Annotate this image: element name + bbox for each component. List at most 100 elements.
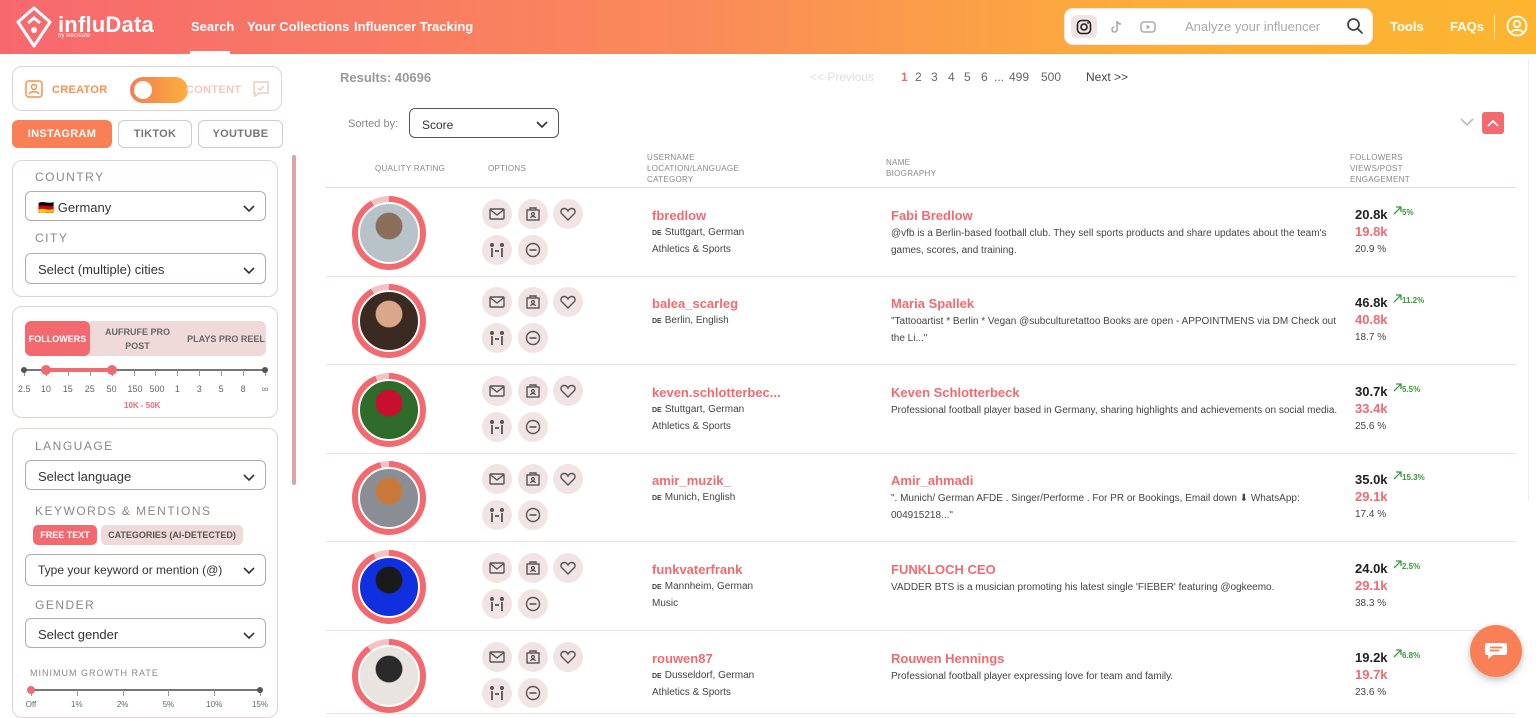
table-row[interactable]: funkvaterfrank DE Mannheim, German Music FUN… (326, 543, 1516, 631)
favorite-heart-icon[interactable] (553, 642, 583, 672)
gender-select[interactable]: Select gender (25, 618, 266, 648)
compare-icon[interactable] (482, 235, 512, 265)
pagination-page[interactable]: 1 (901, 70, 908, 84)
tab-instagram[interactable]: INSTAGRAM (12, 120, 112, 148)
metric-tab-plays-per-reel[interactable]: PLAYS PRO REEL (186, 321, 266, 356)
compare-icon[interactable] (482, 323, 512, 353)
add-to-collection-icon[interactable] (518, 642, 548, 672)
favorite-heart-icon[interactable] (553, 287, 583, 317)
add-to-collection-icon[interactable] (518, 464, 548, 494)
content-label[interactable]: CONTENT (186, 84, 241, 96)
sidebar-scrollbar[interactable] (292, 155, 296, 485)
add-to-collection-icon[interactable] (518, 553, 548, 583)
pagination-page[interactable]: 4 (948, 70, 955, 84)
search-icon[interactable] (1346, 17, 1364, 40)
avatar[interactable] (358, 467, 420, 529)
display-name[interactable]: Maria Spallek (891, 296, 974, 311)
send-email-icon[interactable] (482, 464, 512, 494)
username[interactable]: balea_scarleg (652, 296, 738, 311)
username[interactable]: funkvaterfrank (652, 562, 742, 577)
avatar[interactable] (358, 290, 420, 352)
nav-tools[interactable]: Tools (1390, 19, 1424, 34)
pagination-page[interactable]: 499 (1009, 70, 1029, 84)
exclude-icon[interactable] (518, 678, 548, 708)
nav-search[interactable]: Search (191, 19, 234, 34)
user-account-icon[interactable] (1506, 15, 1528, 42)
tab-tiktok[interactable]: TIKTOK (118, 120, 192, 148)
avatar[interactable] (358, 202, 420, 264)
pagination-page[interactable]: 2 (915, 70, 922, 84)
send-email-icon[interactable] (482, 376, 512, 406)
collapse-chevron-icon[interactable] (1460, 114, 1474, 132)
favorite-heart-icon[interactable] (553, 199, 583, 229)
display-name[interactable]: FUNKLOCH CEO (891, 562, 996, 577)
infludata-logo-icon[interactable] (16, 6, 52, 48)
add-to-collection-icon[interactable] (518, 376, 548, 406)
scroll-up-button[interactable] (1482, 112, 1504, 134)
pagination-page[interactable]: 3 (931, 70, 938, 84)
username[interactable]: keven.schlotterbec... (652, 385, 781, 400)
creator-label[interactable]: CREATOR (52, 84, 107, 96)
pagination-page[interactable]: 5 (964, 70, 971, 84)
search-input[interactable]: Analyze your influencer (1185, 19, 1320, 34)
send-email-icon[interactable] (482, 553, 512, 583)
display-name[interactable]: Rouwen Hennings (891, 651, 1004, 666)
display-name[interactable]: Keven Schlotterbeck (891, 385, 1020, 400)
table-row[interactable]: amir_muzik_ DE Munich, English Amir_ahmadi "… (326, 454, 1516, 542)
display-name[interactable]: Fabi Bredlow (891, 208, 973, 223)
table-row[interactable]: rouwen87 DE Dusseldorf, German Athletics & … (326, 632, 1516, 714)
favorite-heart-icon[interactable] (553, 464, 583, 494)
username[interactable]: amir_muzik_ (652, 473, 731, 488)
instagram-icon[interactable] (1071, 15, 1097, 38)
username[interactable]: rouwen87 (652, 651, 713, 666)
table-row[interactable]: fbredlow DE Stuttgart, German Athletics & S… (326, 189, 1516, 277)
avatar[interactable] (358, 645, 420, 707)
pagination-page[interactable]: 500 (1041, 70, 1061, 84)
tab-youtube[interactable]: YOUTUBE (198, 120, 283, 148)
pagination-next[interactable]: Next >> (1086, 70, 1128, 84)
nav-faqs[interactable]: FAQs (1450, 19, 1484, 34)
exclude-icon[interactable] (518, 323, 548, 353)
growth-handle[interactable] (27, 686, 35, 694)
page-scrollbar[interactable] (1528, 60, 1534, 500)
keyword-input[interactable]: Type your keyword or mention (@) (25, 554, 266, 586)
slider-handle[interactable] (40, 365, 51, 375)
send-email-icon[interactable] (482, 287, 512, 317)
display-name[interactable]: Amir_ahmadi (891, 473, 973, 488)
send-email-icon[interactable] (482, 199, 512, 229)
username[interactable]: fbredlow (652, 208, 706, 223)
pagination-previous[interactable]: << Previous (810, 70, 874, 84)
youtube-icon[interactable] (1135, 15, 1161, 38)
compare-icon[interactable] (482, 589, 512, 619)
creator-content-switch[interactable] (130, 77, 188, 103)
avatar[interactable] (358, 556, 420, 618)
compare-icon[interactable] (482, 412, 512, 442)
chat-support-button[interactable] (1470, 625, 1522, 677)
metric-tab-followers[interactable]: FOLLOWERS (25, 321, 90, 356)
metric-tab-views-per-post[interactable]: AUFRUFE PRO POST (92, 321, 183, 356)
exclude-icon[interactable] (518, 412, 548, 442)
compare-icon[interactable] (482, 678, 512, 708)
exclude-icon[interactable] (518, 500, 548, 530)
add-to-collection-icon[interactable] (518, 287, 548, 317)
city-select[interactable]: Select (multiple) cities (25, 253, 266, 284)
add-to-collection-icon[interactable] (518, 199, 548, 229)
country-select[interactable]: 🇩🇪 Germany (25, 191, 266, 221)
nav-your-collections[interactable]: Your Collections (247, 19, 349, 34)
tiktok-icon[interactable] (1103, 15, 1129, 38)
slider-handle[interactable] (106, 365, 117, 375)
exclude-icon[interactable] (518, 235, 548, 265)
nav-influencer-tracking[interactable]: Influencer Tracking (354, 19, 473, 34)
compare-icon[interactable] (482, 500, 512, 530)
language-select[interactable]: Select language (25, 460, 266, 490)
sort-select[interactable]: Score (409, 108, 559, 138)
table-row[interactable]: balea_scarleg DE Berlin, English Maria Spal… (326, 277, 1516, 365)
favorite-heart-icon[interactable] (553, 553, 583, 583)
table-row[interactable]: keven.schlotterbec... DE Stuttgart, German… (326, 366, 1516, 454)
chip-free-text[interactable]: FREE TEXT (33, 525, 97, 545)
pagination-page[interactable]: 6 (981, 70, 988, 84)
exclude-icon[interactable] (518, 589, 548, 619)
chip-categories[interactable]: CATEGORIES (AI-DETECTED) (101, 525, 243, 545)
avatar[interactable] (358, 379, 420, 441)
favorite-heart-icon[interactable] (553, 376, 583, 406)
